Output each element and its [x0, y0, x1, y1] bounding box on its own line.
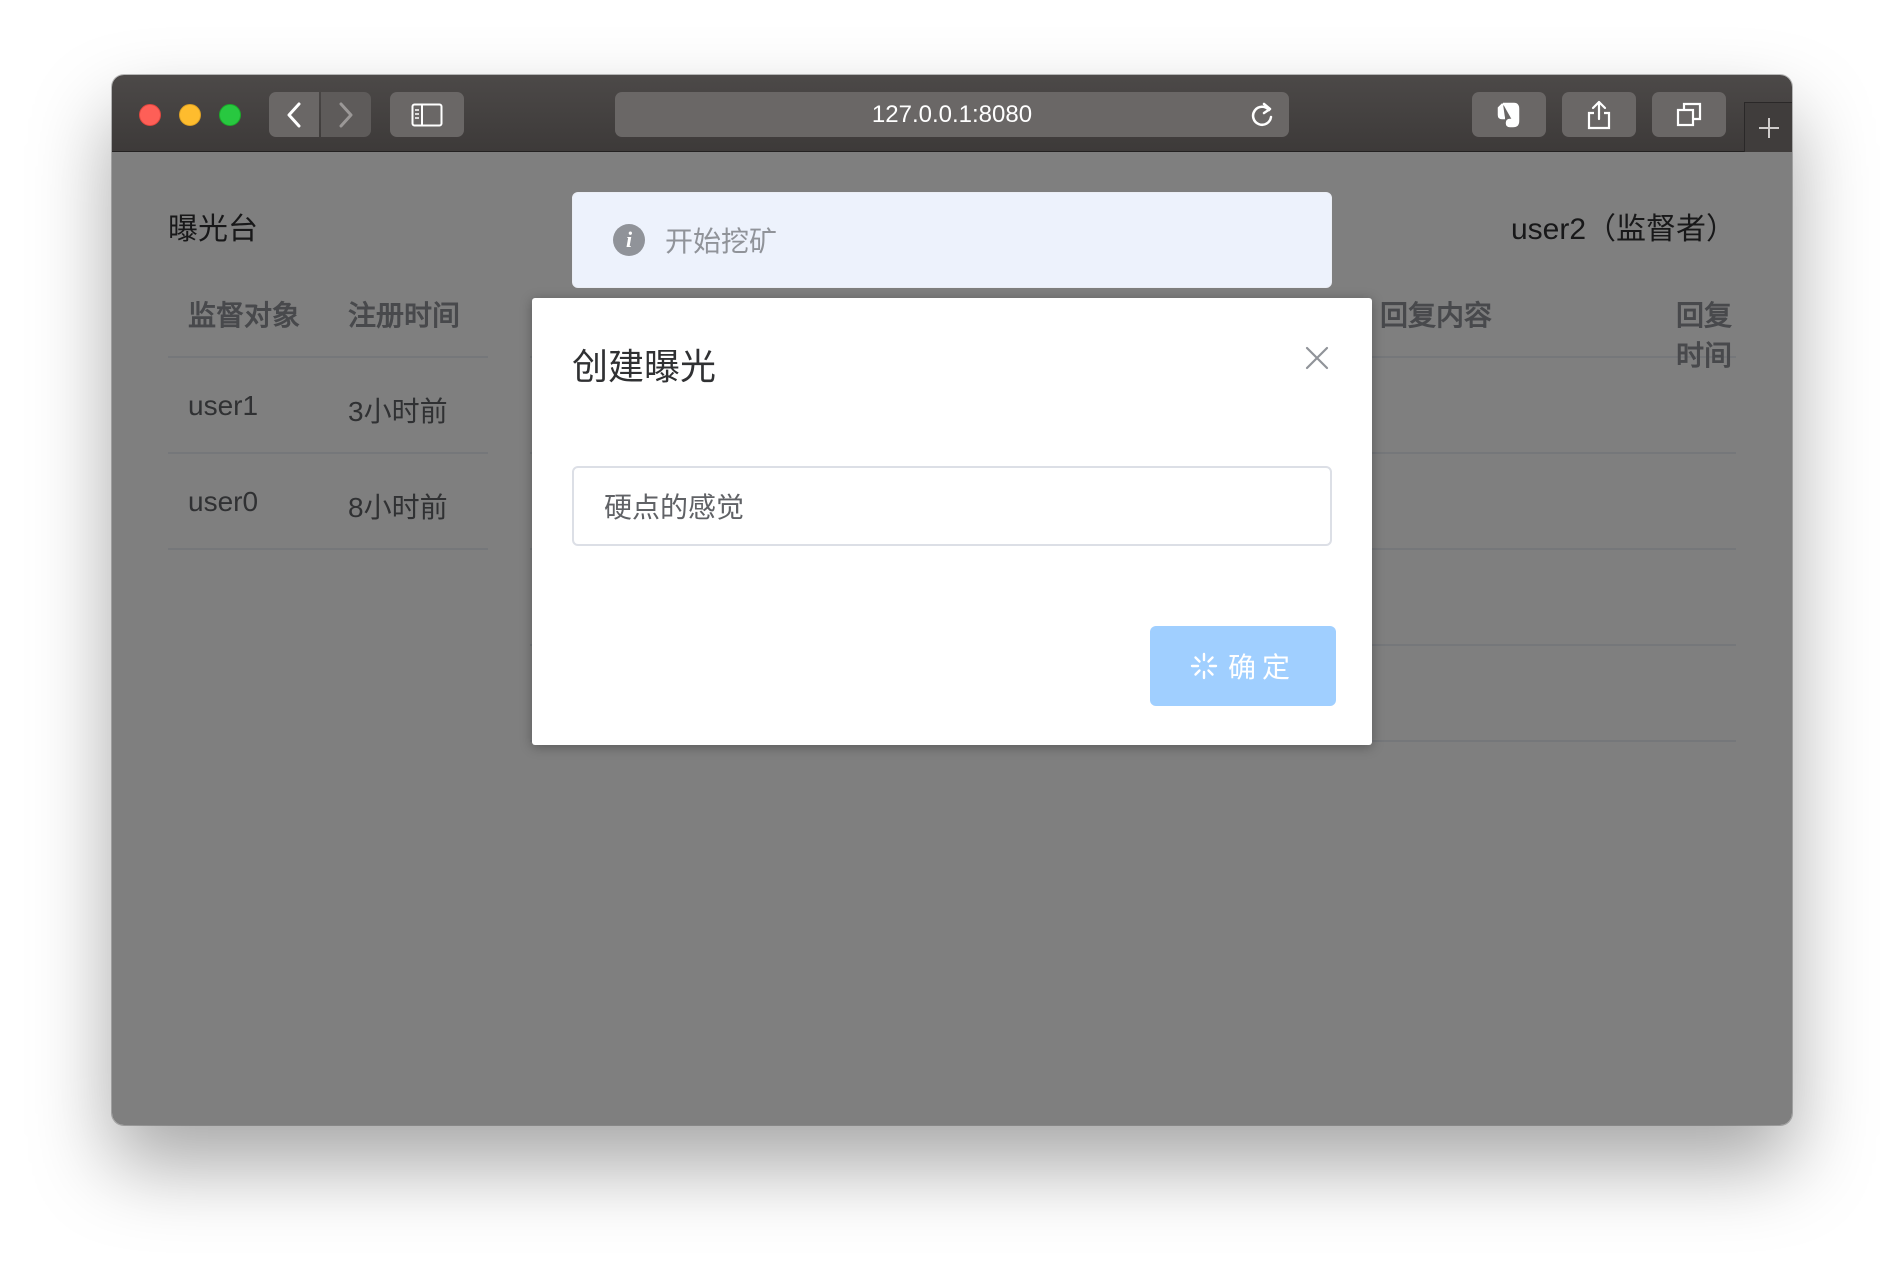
back-button[interactable]: [269, 92, 319, 137]
plus-icon: [1758, 117, 1779, 138]
info-icon: i: [613, 224, 645, 256]
share-icon: [1587, 100, 1611, 129]
sidebar-icon: [411, 103, 443, 126]
reload-icon[interactable]: [1249, 101, 1275, 129]
sidebar-toggle-button[interactable]: [390, 92, 464, 137]
browser-toolbar: 127.0.0.1:8080: [112, 75, 1792, 152]
new-tab-button[interactable]: [1744, 102, 1792, 152]
info-message: i 开始挖矿: [572, 192, 1332, 288]
close-window-button[interactable]: [139, 104, 161, 126]
evernote-icon: [1497, 102, 1520, 127]
chevron-right-icon: [339, 102, 353, 127]
tab-overview-button[interactable]: [1652, 92, 1726, 137]
url-text: 127.0.0.1:8080: [871, 100, 1033, 128]
dialog-title: 创建曝光: [572, 346, 717, 387]
chevron-left-icon: [287, 102, 301, 127]
forward-button[interactable]: [321, 92, 371, 137]
page-content: 曝光台 user2（监督者） 监督对象 注册时间 user1 3小时前 user…: [112, 152, 1792, 1125]
close-icon[interactable]: [1302, 343, 1332, 373]
loading-icon: [1190, 652, 1218, 680]
tabs-icon: [1676, 102, 1702, 126]
minimize-window-button[interactable]: [179, 104, 201, 126]
confirm-label: 确定: [1227, 652, 1296, 683]
fullscreen-window-button[interactable]: [219, 104, 241, 126]
address-bar[interactable]: 127.0.0.1:8080: [615, 92, 1289, 137]
confirm-button[interactable]: 确定: [1150, 626, 1336, 706]
browser-window: 127.0.0.1:8080 曝光台 user2（监督者） 监督对象 注册时间 …: [112, 75, 1792, 1125]
exposure-content-input[interactable]: [572, 466, 1332, 546]
message-text: 开始挖矿: [665, 226, 778, 257]
share-button[interactable]: [1562, 92, 1636, 137]
create-exposure-dialog: 创建曝光 硬点的感觉 确定: [532, 298, 1372, 745]
evernote-extension-button[interactable]: [1472, 92, 1546, 137]
